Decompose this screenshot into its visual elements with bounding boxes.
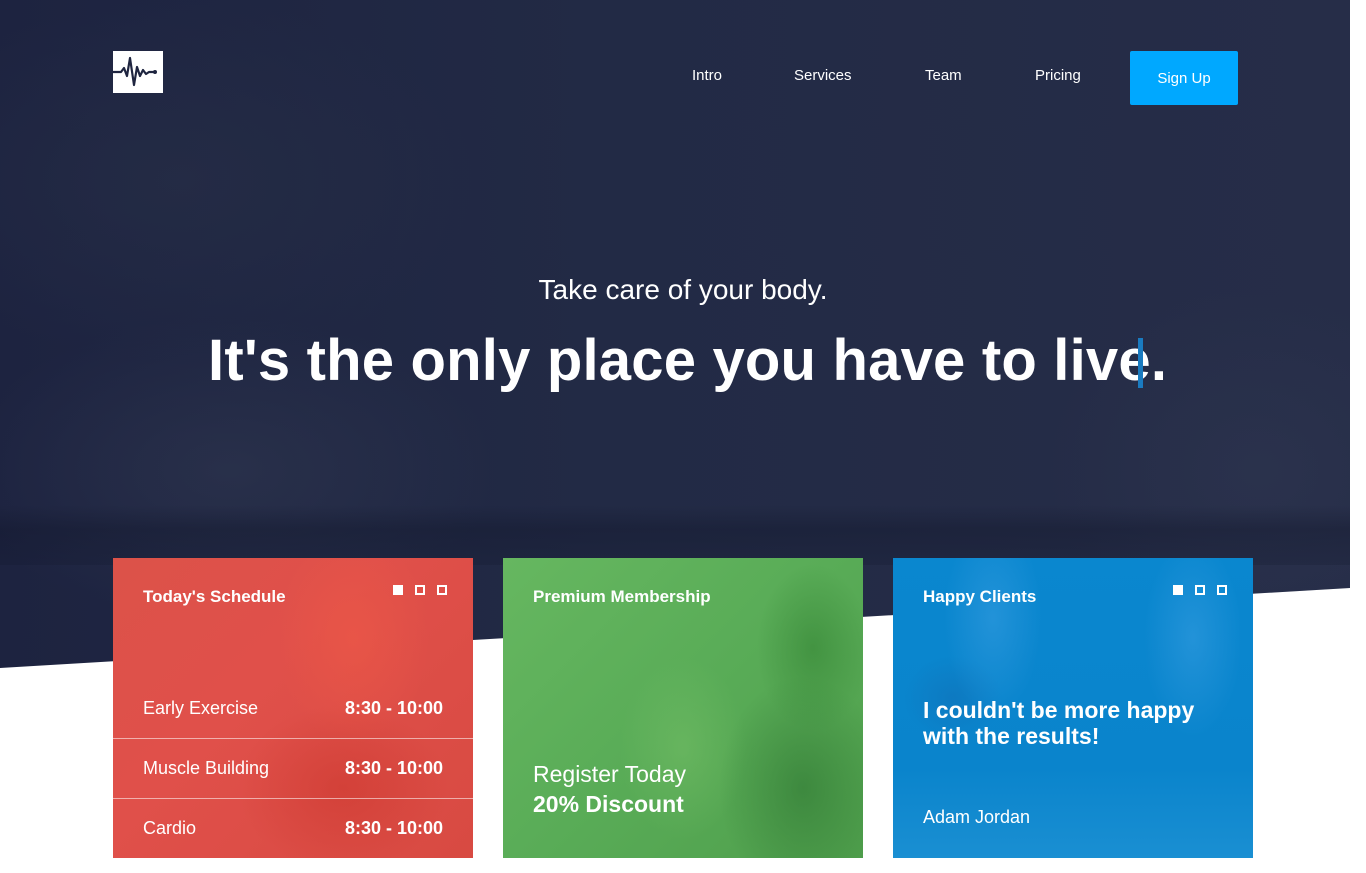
nav-link-services[interactable]: Services [794,67,852,84]
slider-dot-1[interactable] [1173,585,1183,595]
heartbeat-icon [113,56,157,87]
membership-card-title: Premium Membership [533,587,711,606]
hero-background-shade [0,505,1350,565]
hero-tagline: Take care of your body. [538,274,828,305]
membership-card[interactable]: Premium Membership Register Today 20% Di… [503,558,863,858]
nav-link-team[interactable]: Team [925,67,962,84]
testimonial-author: Adam Jordan [923,807,1031,827]
schedule-row: Early Exercise 8:30 - 10:00 [113,678,473,738]
nav-link-intro[interactable]: Intro [692,67,722,84]
schedule-time: 8:30 - 10:00 [344,817,443,838]
membership-promo-text: Register Today [533,761,686,787]
testimonial-quote: I couldn't be more happy with the result… [923,697,1195,749]
schedule-activity: Muscle Building [143,757,270,778]
schedule-time: 8:30 - 10:00 [344,697,443,718]
schedule-time: 8:30 - 10:00 [344,757,443,778]
schedule-slider-dots [393,585,447,595]
slider-dot-3[interactable] [1217,585,1227,595]
slider-dot-2[interactable] [415,585,425,595]
membership-discount: 20% Discount [533,791,684,817]
schedule-card-title: Today's Schedule [143,587,286,606]
clients-card: Happy Clients I couldn't be more happy w… [893,558,1253,858]
nav-link-pricing[interactable]: Pricing [1035,67,1081,84]
logo[interactable] [113,51,163,93]
schedule-activity: Early Exercise [143,697,259,718]
typing-cursor [1138,338,1143,388]
sign-up-button[interactable]: Sign Up [1130,51,1238,105]
clients-card-title: Happy Clients [923,587,1037,606]
slider-dot-3[interactable] [437,585,447,595]
schedule-card: Today's Schedule Early Exercise 8:30 - 1… [113,558,473,858]
schedule-row: Cardio 8:30 - 10:00 [113,798,473,858]
hero-headline: It's the only place you have to live. [208,328,1168,393]
schedule-row: Muscle Building 8:30 - 10:00 [113,738,473,798]
clients-slider-dots [1173,585,1227,595]
slider-dot-1[interactable] [393,585,403,595]
schedule-activity: Cardio [143,817,197,838]
slider-dot-2[interactable] [1195,585,1205,595]
